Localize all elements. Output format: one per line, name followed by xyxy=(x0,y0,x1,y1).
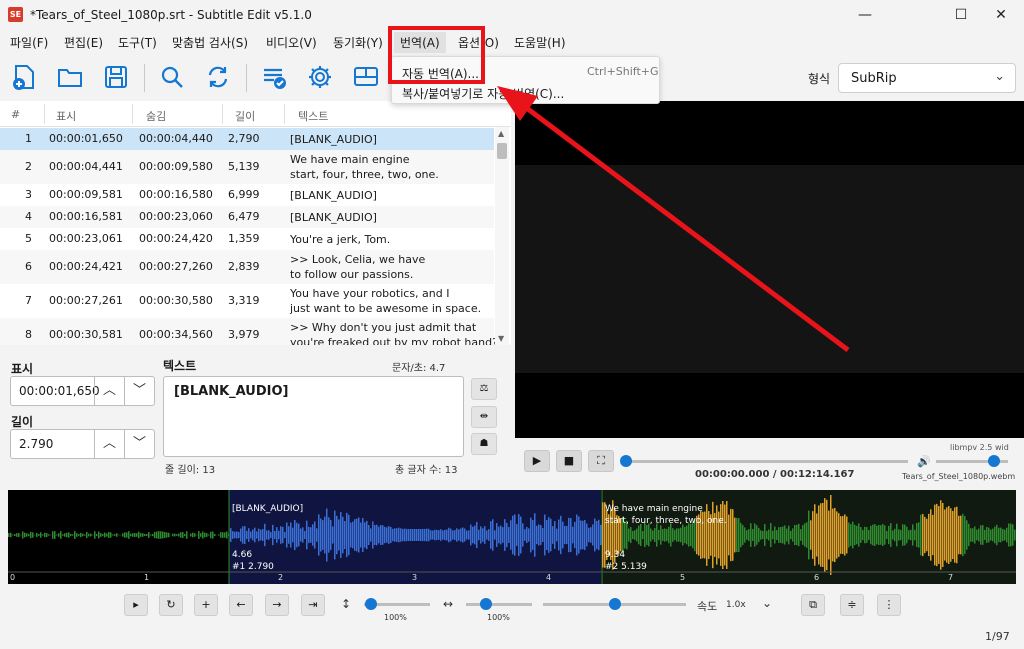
arrow-head xyxy=(497,86,538,121)
arrow-line xyxy=(518,101,850,352)
annotation-arrow xyxy=(497,86,850,352)
